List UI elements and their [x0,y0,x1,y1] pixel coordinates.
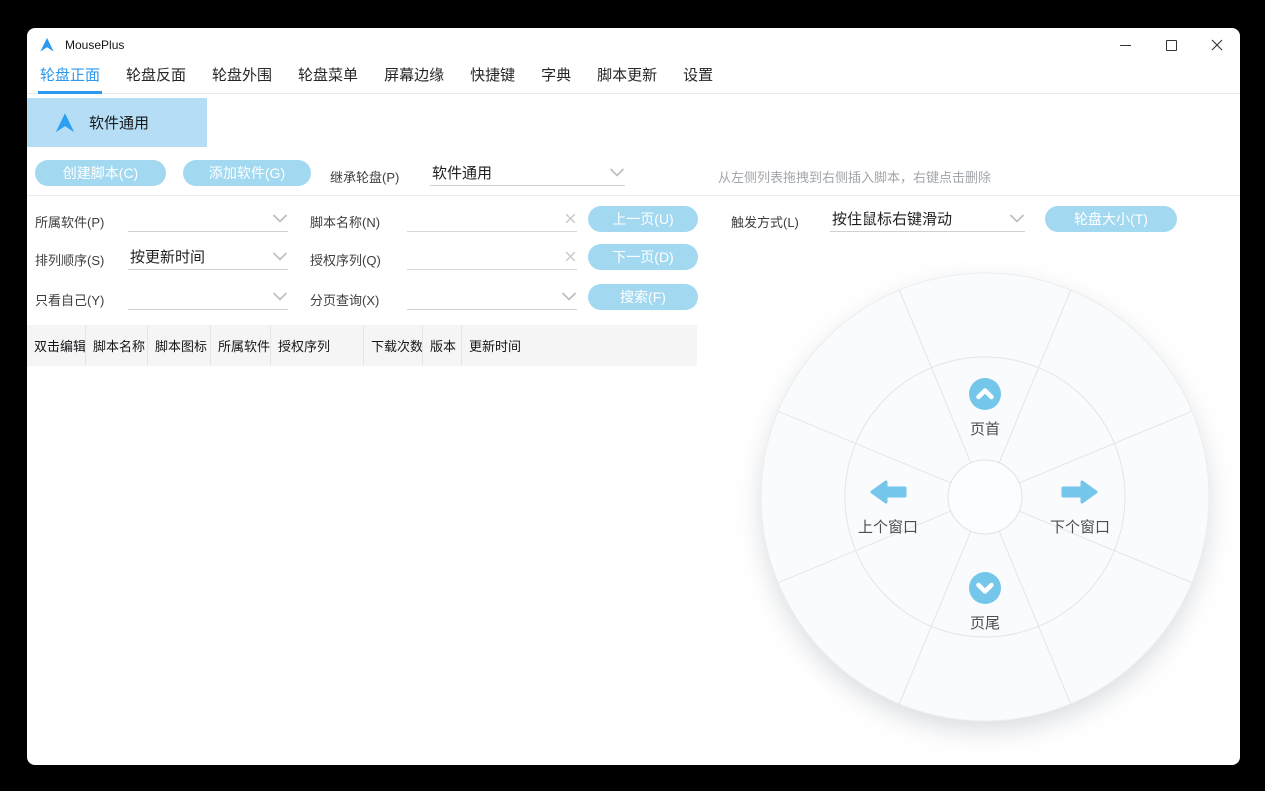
wheel-item-up-label: 页首 [969,421,1001,438]
maximize-icon [1165,39,1177,51]
col-update-time: 更新时间 [461,325,697,366]
script-name-field [407,206,577,232]
wheel-graphic [760,272,1210,722]
sort-order-label: 排列顺序(S) [35,253,105,268]
page-query-select[interactable] [407,284,577,310]
tab-wheel-front[interactable]: 轮盘正面 [37,62,103,94]
chevron-down-icon [272,292,288,301]
chevron-down-icon [272,214,288,223]
only-mine-select[interactable] [128,284,288,310]
app-logo-icon [39,37,55,53]
tab-wheel-menu[interactable]: 轮盘菜单 [298,62,358,93]
close-icon [1211,39,1223,51]
owner-software-label: 所属软件(P) [35,215,105,230]
next-page-button[interactable]: 下一页(D) [588,244,698,270]
wheel-item-down-label: 页尾 [969,615,1001,632]
tab-bar: 轮盘正面 轮盘反面 轮盘外围 轮盘菜单 屏幕边缘 快捷键 字典 脚本更新 设置 [27,62,1240,94]
wheel-size-button[interactable]: 轮盘大小(T) [1045,206,1177,232]
trigger-mode-select[interactable]: 按住鼠标右键滑动 [830,206,1025,232]
col-script-icon: 脚本图标 [147,325,210,366]
only-mine-label: 只看自己(Y) [35,293,105,308]
window-controls [1102,28,1240,62]
gesture-wheel: 页首 上个窗口 下个窗口 页尾 [760,272,1210,722]
chevron-down-icon [272,252,288,261]
arrow-left-icon [870,480,907,504]
script-name-label: 脚本名称(N) [310,215,381,230]
chevron-down-icon [561,292,577,301]
clear-icon[interactable] [564,250,577,263]
tab-hotkeys[interactable]: 快捷键 [470,62,515,93]
drag-hint-text: 从左侧列表拖拽到右侧插入脚本，右键点击删除 [718,170,992,185]
auth-serial-input[interactable] [407,248,564,265]
col-script-name: 脚本名称 [85,325,147,366]
chevron-down-circle-icon [969,572,1001,604]
tab-screen-edge[interactable]: 屏幕边缘 [384,62,444,93]
script-name-input[interactable] [407,210,564,227]
owner-software-select[interactable] [128,206,288,232]
wheel-item-left-label: 上个窗口 [857,519,919,536]
window-title: MousePlus [65,38,125,52]
chevron-up-circle-icon [969,378,1001,410]
create-script-button[interactable]: 创建脚本(C) [35,160,166,186]
col-owner-software: 所属软件 [210,325,270,366]
minimize-icon [1119,44,1131,46]
wheel-item-right-label: 下个窗口 [1049,519,1111,536]
minimize-button[interactable] [1102,28,1148,62]
clear-icon[interactable] [564,212,577,225]
tab-wheel-back[interactable]: 轮盘反面 [126,62,186,93]
inherit-wheel-label: 继承轮盘(P) [330,170,400,185]
col-version: 版本 [422,325,461,366]
trigger-mode-label: 触发方式(L) [731,215,799,230]
sort-order-value: 按更新时间 [130,249,206,266]
auth-serial-label: 授权序列(Q) [310,253,381,268]
inherit-wheel-value: 软件通用 [432,165,493,182]
add-software-button[interactable]: 添加软件(G) [183,160,311,186]
page-query-label: 分页查询(X) [310,293,380,308]
tab-wheel-outer[interactable]: 轮盘外围 [212,62,272,93]
col-download-count: 下载次数 [363,325,423,366]
arrow-right-icon [1061,480,1098,504]
chevron-down-icon [609,168,625,177]
tab-script-update[interactable]: 脚本更新 [597,62,657,93]
app-label: 软件通用 [89,115,150,132]
app-triangle-icon [54,112,76,134]
col-double-click-edit: 双击编辑 [34,339,87,354]
col-auth-serial: 授权序列 [270,325,363,366]
app-list-item-selected[interactable]: 软件通用 [27,98,207,147]
prev-page-button[interactable]: 上一页(U) [588,206,698,232]
maximize-button[interactable] [1148,28,1194,62]
script-table-header: 双击编辑 脚本名称 脚本图标 所属软件 授权序列 下载次数 版本 更新时间 [27,325,697,366]
tab-settings[interactable]: 设置 [683,62,713,93]
close-button[interactable] [1194,28,1240,62]
auth-serial-field [407,244,577,270]
toolbar-separator [27,195,1240,196]
search-button[interactable]: 搜索(F) [588,284,698,310]
chevron-down-icon [1009,214,1025,223]
app-window: MousePlus 轮盘正面 轮盘反面 轮盘外围 轮盘菜单 屏幕边缘 快捷键 字… [27,28,1240,765]
trigger-mode-value: 按住鼠标右键滑动 [832,211,953,228]
titlebar: MousePlus [27,28,1240,62]
inherit-wheel-select[interactable]: 软件通用 [430,160,625,186]
tab-dictionary[interactable]: 字典 [541,62,571,93]
sort-order-select[interactable]: 按更新时间 [128,244,288,270]
